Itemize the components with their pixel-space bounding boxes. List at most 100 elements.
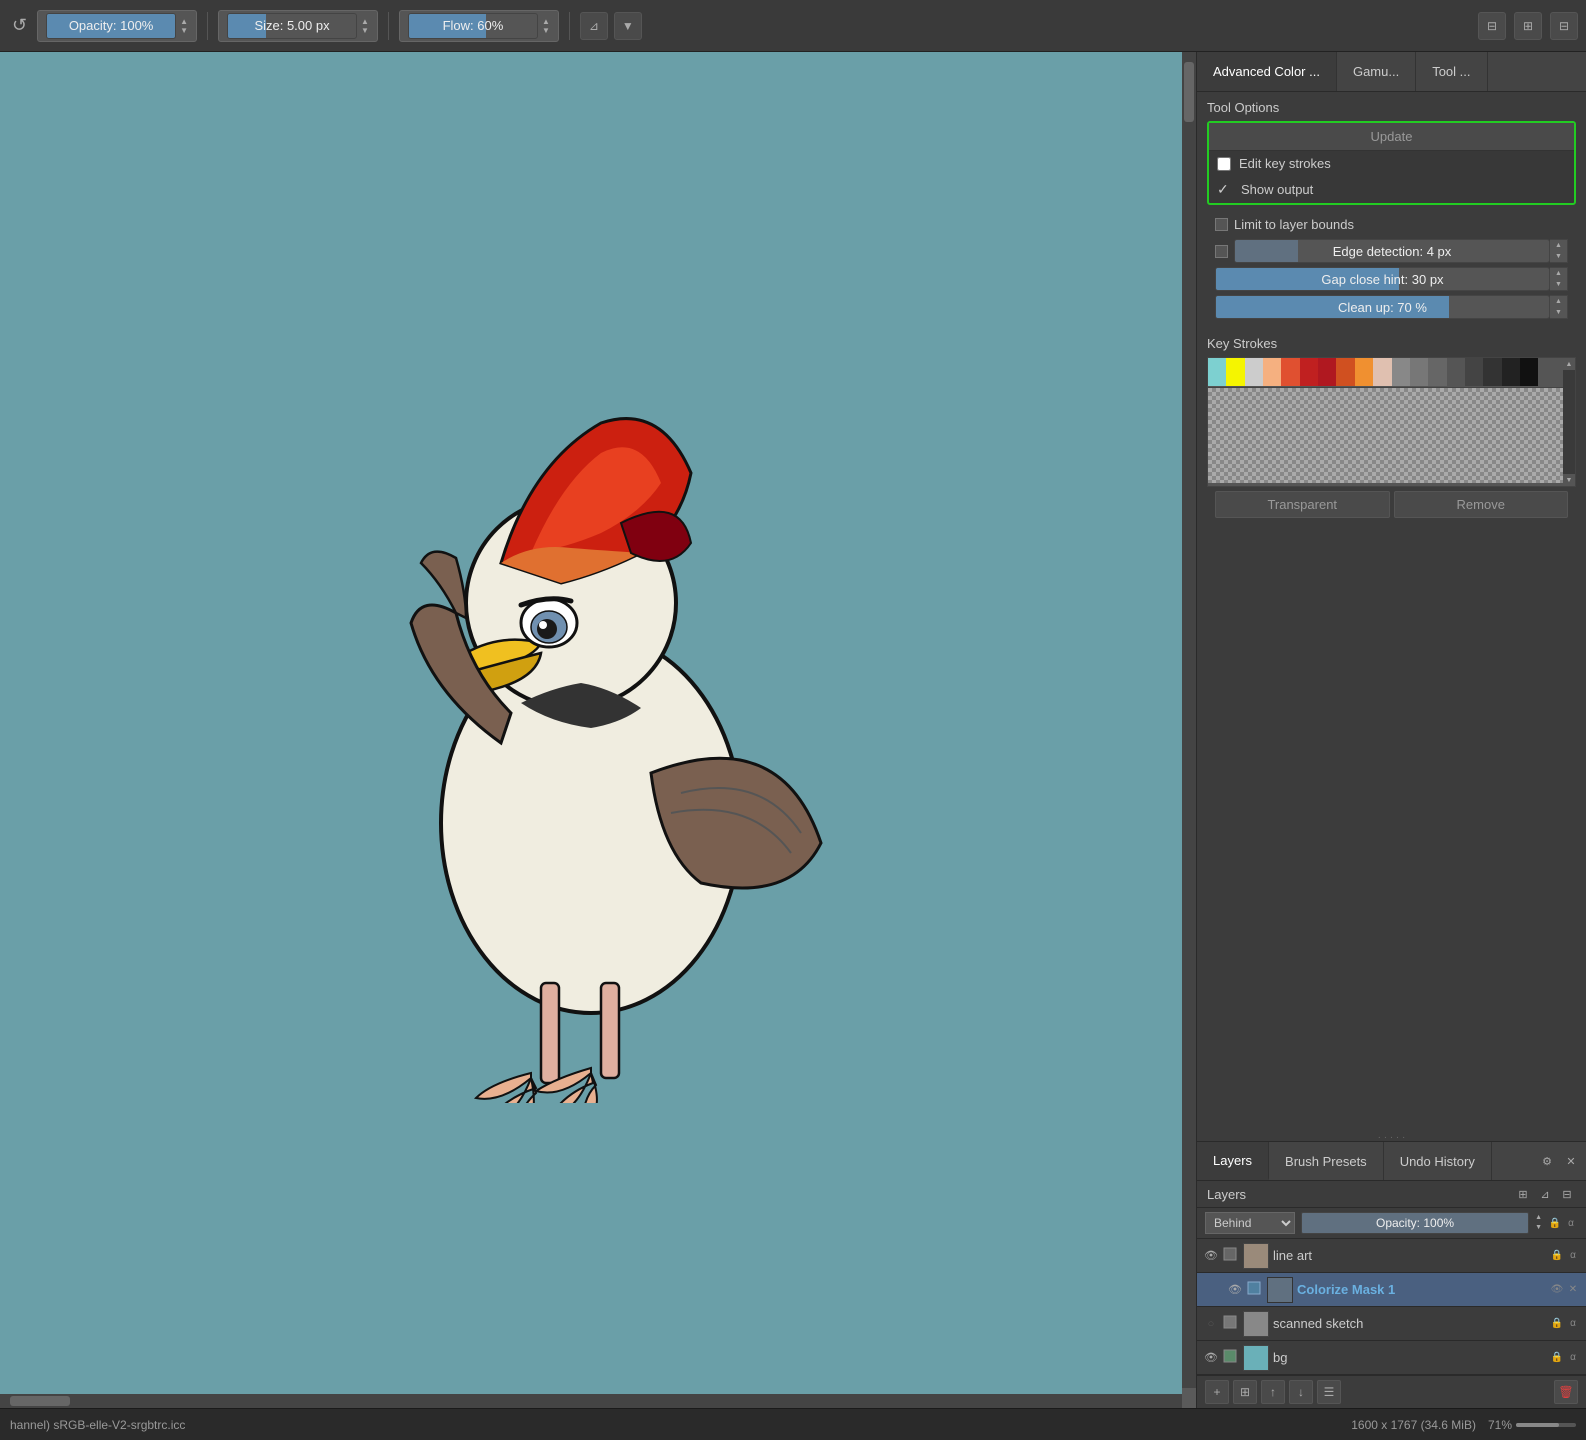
zoom-control[interactable]: 71% [1488,1418,1576,1432]
tab-settings-icon[interactable]: ⚙ [1536,1150,1558,1172]
color-cell-16[interactable] [1502,358,1520,386]
flow-control[interactable]: Flow: 60% ▲▼ [399,10,559,42]
tab-undo-history[interactable]: Undo History [1384,1142,1492,1180]
color-cell-2[interactable] [1245,358,1263,386]
size-arrows[interactable]: ▲▼ [361,17,369,35]
color-scroll-up[interactable]: ▲ [1563,358,1575,370]
layer-move-up-button[interactable]: ↑ [1261,1380,1285,1404]
edge-detection-slider[interactable]: Edge detection: 4 px [1234,239,1550,263]
color-cell-13[interactable] [1447,358,1465,386]
layer-close-colorize[interactable]: ✕ [1566,1283,1580,1297]
scroll-thumb-h[interactable] [10,1396,70,1406]
layer-item-colorize-mask[interactable]: 👁 Colorize Mask 1 👁 ✕ [1197,1273,1586,1307]
layer-visibility-bg[interactable]: 👁 [1203,1350,1219,1366]
layer-opacity-arrows[interactable]: ▲ ▼ [1535,1213,1542,1233]
tab-brush-presets[interactable]: Brush Presets [1269,1142,1384,1180]
color-cell-3[interactable] [1263,358,1281,386]
transparent-button[interactable]: Transparent [1215,491,1390,518]
canvas-scroll-vertical[interactable] [1182,52,1196,1388]
opacity-slider-track[interactable]: Opacity: 100% [46,13,176,39]
panel-resize-handle[interactable]: · · · · · [1197,1133,1586,1141]
layers-filter-icon[interactable]: ⊿ [1536,1185,1554,1203]
canvas-container[interactable] [0,52,1182,1394]
layer-alpha-bg[interactable]: α [1566,1351,1580,1365]
color-cell-5[interactable] [1300,358,1318,386]
color-cell-7[interactable] [1336,358,1354,386]
color-cell-10[interactable] [1392,358,1410,386]
maximize-button[interactable]: ⊞ [1514,12,1542,40]
color-cell-0[interactable] [1208,358,1226,386]
layer-add-button[interactable]: + [1205,1380,1229,1404]
update-button[interactable]: Update [1209,123,1574,151]
layer-lock-scanned[interactable]: 🔒 [1550,1317,1564,1331]
zoom-percentage: 71% [1488,1418,1512,1432]
layer-visibility-line-art[interactable]: 👁 [1203,1248,1219,1264]
layer-visibility-scanned[interactable]: ○ [1203,1316,1219,1332]
layer-lock-bg[interactable]: 🔒 [1550,1351,1564,1365]
flow-slider-track[interactable]: Flow: 60% [408,13,538,39]
opacity-control[interactable]: Opacity: 100% ▲▼ [37,10,197,42]
key-strokes-color-grid[interactable]: ▲ ▼ [1207,357,1576,487]
color-cell-15[interactable] [1483,358,1501,386]
size-slider-track[interactable]: Size: 5.00 px [227,13,357,39]
tab-close-icon[interactable]: ✕ [1560,1150,1582,1172]
layer-visibility-colorize[interactable]: 👁 [1227,1282,1243,1298]
gap-close-arrows[interactable]: ▲ ▼ [1550,267,1568,291]
tab-gamu[interactable]: Gamu... [1337,52,1416,91]
color-scroll-down[interactable]: ▼ [1563,474,1575,486]
remove-button[interactable]: Remove [1394,491,1569,518]
alpha-icon[interactable]: α [1564,1216,1578,1230]
layer-lock-line-art[interactable]: 🔒 [1550,1249,1564,1263]
tab-advanced-color[interactable]: Advanced Color ... [1197,52,1337,91]
layer-menu-button[interactable]: ☰ [1317,1380,1341,1404]
layer-item-scanned-sketch[interactable]: ○ scanned sketch 🔒 α [1197,1307,1586,1341]
gap-close-slider[interactable]: Gap close hint: 30 px [1215,267,1550,291]
scroll-thumb-v[interactable] [1184,62,1194,122]
layers-panel: Layers ⊞ ⊿ ⊟ Behind Opacity: 100% ▲ ▼ [1197,1181,1586,1408]
canvas-drawing[interactable] [301,343,881,1103]
color-cell-4[interactable] [1281,358,1299,386]
clean-up-arrows[interactable]: ▲ ▼ [1550,295,1568,319]
size-control[interactable]: Size: 5.00 px ▲▼ [218,10,378,42]
clean-up-slider[interactable]: Clean up: 70 % [1215,295,1550,319]
layers-expand-icon[interactable]: ⊟ [1558,1185,1576,1203]
layer-eye-colorize[interactable]: 👁 [1550,1283,1564,1297]
layer-item-line-art[interactable]: 👁 line art 🔒 α [1197,1239,1586,1273]
tab-layers[interactable]: Layers [1197,1142,1269,1180]
brush-extra-button[interactable]: ▼ [614,12,642,40]
brush-options-button[interactable]: ⊿ [580,12,608,40]
color-cell-12[interactable] [1428,358,1446,386]
tab-tool[interactable]: Tool ... [1416,52,1487,91]
layer-delete-button[interactable]: 🗑 [1554,1380,1578,1404]
layer-opacity-slider[interactable]: Opacity: 100% [1301,1212,1529,1234]
layer-move-down-button[interactable]: ↓ [1289,1380,1313,1404]
edge-detection-checkbox[interactable] [1215,245,1228,258]
lock-icon[interactable]: 🔒 [1548,1216,1562,1230]
color-cell-14[interactable] [1465,358,1483,386]
blend-mode-select[interactable]: Behind [1205,1212,1295,1234]
color-cell-6[interactable] [1318,358,1336,386]
opacity-arrows[interactable]: ▲▼ [180,17,188,35]
flow-arrows[interactable]: ▲▼ [542,17,550,35]
layers-settings-icon[interactable]: ⊞ [1514,1185,1532,1203]
color-cell-9[interactable] [1373,358,1391,386]
opacity-label: Opacity: 100% [47,18,175,33]
layer-name-colorize: Colorize Mask 1 [1297,1282,1546,1297]
color-grid-scrollbar[interactable]: ▲ ▼ [1563,358,1575,486]
minimize-button[interactable]: ⊟ [1478,12,1506,40]
canvas-scroll-horizontal[interactable] [0,1394,1182,1408]
layer-item-bg[interactable]: 👁 bg 🔒 α [1197,1341,1586,1375]
panel-toggle-button[interactable]: ⊟ [1550,12,1578,40]
color-cell-8[interactable] [1355,358,1373,386]
color-cell-17[interactable] [1520,358,1538,386]
refresh-button[interactable]: ↺ [8,11,31,40]
layer-alpha-line-art[interactable]: α [1566,1249,1580,1263]
edit-key-strokes-checkbox[interactable] [1217,157,1231,171]
color-cell-11[interactable] [1410,358,1428,386]
zoom-bar[interactable] [1516,1423,1576,1427]
color-cell-1[interactable] [1226,358,1244,386]
layer-duplicate-button[interactable]: ⊞ [1233,1380,1257,1404]
layer-alpha-scanned[interactable]: α [1566,1317,1580,1331]
edge-detection-arrows[interactable]: ▲ ▼ [1550,239,1568,263]
limit-layer-checkbox[interactable] [1215,218,1228,231]
